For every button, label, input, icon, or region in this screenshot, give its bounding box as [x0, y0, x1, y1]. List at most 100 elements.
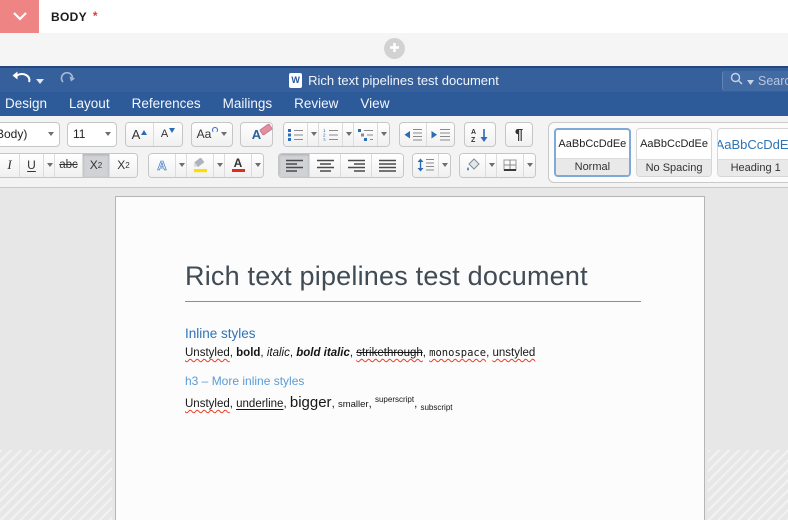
ribbon: (Body) 11 A A Aa A 123 [0, 116, 788, 188]
style-heading-1[interactable]: AaBbCcDdEeHeading 1 [717, 128, 788, 177]
borders-dropdown[interactable] [524, 154, 535, 177]
shrink-font-button[interactable]: A [154, 123, 182, 146]
undo-dropdown[interactable] [36, 71, 44, 89]
search-box[interactable]: Search [722, 71, 788, 91]
search-scope-caret-icon [747, 72, 754, 90]
align-right-icon [348, 159, 365, 172]
word-document-icon: W [289, 73, 302, 88]
text-run: monospace [429, 347, 486, 359]
required-asterisk: * [93, 9, 98, 23]
numbered-list-icon: 123 [323, 128, 338, 141]
style-no-spacing[interactable]: AaBbCcDdEeNo Spacing [636, 128, 713, 177]
borders-button[interactable] [497, 154, 524, 177]
show-paragraph-marks-button[interactable]: ¶ [505, 122, 533, 147]
strikethrough-button[interactable]: abc [55, 154, 83, 177]
underline-dropdown[interactable] [44, 154, 55, 177]
tab-layout[interactable]: Layout [58, 92, 121, 116]
bullets-button[interactable] [284, 123, 308, 146]
ribbon-tab-row: DesignLayoutReferencesMailingsReviewView [0, 92, 788, 116]
text-effects-button[interactable]: A [149, 154, 176, 177]
body-line-1: Unstyled, bold, italic, bold italic, str… [185, 347, 658, 359]
body-line-2: Unstyled, underline, bigger, smaller, su… [185, 394, 658, 412]
subscript-button[interactable]: X2 [83, 154, 110, 177]
style-sample: AaBbCcDdEe [718, 129, 788, 159]
svg-text:A: A [471, 129, 476, 136]
tab-view[interactable]: View [349, 92, 400, 116]
align-left-button[interactable] [279, 154, 310, 177]
text-run: bold italic [296, 347, 350, 359]
text-run: underline [236, 398, 283, 410]
tab-review[interactable]: Review [283, 92, 349, 116]
numbering-dropdown[interactable] [343, 123, 354, 146]
font-name-select[interactable]: (Body) [0, 122, 60, 147]
shading-dropdown[interactable] [486, 154, 497, 177]
multilevel-dropdown[interactable] [378, 123, 389, 146]
line-spacing-icon [417, 158, 434, 172]
align-center-button[interactable] [310, 154, 341, 177]
style-normal[interactable]: AaBbCcDdEeNormal [554, 128, 631, 177]
undo-button[interactable] [12, 71, 32, 89]
italic-button[interactable]: I [0, 154, 20, 177]
text-run: bigger [290, 394, 332, 411]
text-run: subscript [420, 403, 452, 412]
redo-button[interactable] [60, 71, 75, 90]
clear-formatting-button[interactable]: A [240, 122, 273, 147]
window-title: Rich text pipelines test document [308, 73, 499, 88]
shading-button[interactable] [460, 154, 486, 177]
paint-bucket-icon [465, 158, 481, 172]
align-right-button[interactable] [341, 154, 372, 177]
underline-button[interactable]: U [20, 154, 44, 177]
sort-button[interactable]: AZ [464, 122, 496, 147]
decrease-indent-button[interactable] [400, 123, 427, 146]
document-title: Rich text pipelines test document [185, 261, 641, 302]
font-color-button[interactable]: A [225, 154, 252, 177]
svg-text:3: 3 [323, 137, 326, 141]
font-size-value: 11 [73, 127, 85, 141]
text-highlight-button[interactable] [187, 154, 214, 177]
font-color-icon: A [232, 158, 245, 172]
line-spacing-button[interactable] [413, 154, 439, 177]
grow-font-button[interactable]: A [126, 123, 154, 146]
chevron-down-icon [48, 132, 54, 136]
search-icon [730, 72, 743, 90]
numbering-button[interactable]: 123 [319, 123, 343, 146]
tab-design[interactable]: Design [3, 92, 58, 116]
font-name-value: (Body) [0, 127, 27, 141]
text-highlight-dropdown[interactable] [214, 154, 225, 177]
justify-button[interactable] [372, 154, 403, 177]
body-dropdown-button[interactable] [0, 0, 39, 33]
eraser-icon [259, 123, 273, 136]
document-page[interactable]: Rich text pipelines test document Inline… [115, 196, 705, 520]
text-effects-icon: A [157, 158, 166, 173]
multilevel-list-button[interactable] [354, 123, 378, 146]
torn-edge-decoration [708, 450, 788, 520]
text-run: superscript [375, 395, 414, 404]
chevron-down-icon [12, 8, 28, 26]
superscript-button[interactable]: X2 [110, 154, 137, 177]
circular-arrow-icon [212, 127, 218, 133]
text-run: Unstyled [185, 398, 230, 410]
document-canvas: Rich text pipelines test document Inline… [0, 188, 788, 520]
change-case-button[interactable]: Aa [191, 122, 233, 147]
search-label: Search [758, 74, 788, 88]
tab-references[interactable]: References [121, 92, 212, 116]
text-effects-dropdown[interactable] [176, 154, 187, 177]
pilcrow-icon: ¶ [515, 126, 523, 143]
line-spacing-dropdown[interactable] [439, 154, 450, 177]
increase-indent-button[interactable] [427, 123, 454, 146]
font-color-dropdown[interactable] [252, 154, 263, 177]
torn-edge-decoration [0, 450, 112, 520]
text-run: Unstyled [185, 347, 230, 359]
font-size-select[interactable]: 11 [67, 122, 117, 147]
tab-mailings[interactable]: Mailings [212, 92, 284, 116]
svg-text:Z: Z [471, 137, 476, 142]
plus-icon [389, 40, 400, 58]
justify-icon [379, 159, 396, 172]
text-run: unstyled [492, 347, 535, 359]
borders-icon [503, 159, 518, 172]
bullets-dropdown[interactable] [308, 123, 319, 146]
style-label: Heading 1 [718, 159, 788, 176]
style-label: No Spacing [637, 159, 712, 176]
highlighter-icon [192, 158, 209, 173]
add-button[interactable] [384, 38, 405, 59]
